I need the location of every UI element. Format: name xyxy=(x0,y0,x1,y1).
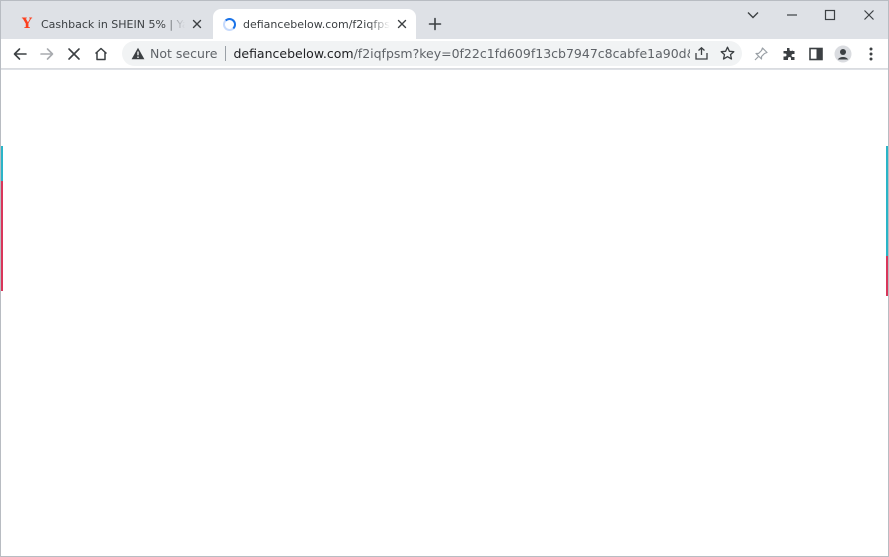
side-panel-icon xyxy=(809,47,823,61)
url-text[interactable]: defiancebelow.com/f2iqfpsm?key=0f22c1fd6… xyxy=(233,46,690,61)
stop-loading-button[interactable] xyxy=(62,42,86,66)
avatar-icon xyxy=(834,45,852,63)
forward-button[interactable] xyxy=(35,42,59,66)
close-icon[interactable] xyxy=(394,16,410,32)
plus-icon xyxy=(428,17,442,31)
extensions-button[interactable] xyxy=(777,42,801,66)
puzzle-icon xyxy=(783,48,795,60)
maximize-icon xyxy=(824,9,836,21)
minimize-icon xyxy=(787,14,797,16)
back-button[interactable] xyxy=(8,42,32,66)
extension-pin-button[interactable] xyxy=(749,42,773,66)
url-host: defiancebelow.com xyxy=(233,46,354,61)
warning-triangle-icon[interactable] xyxy=(130,46,146,62)
url-path: /f2iqfpsm?key=0f22c1fd609f13cb7947c8cabf… xyxy=(353,46,690,61)
security-label[interactable]: Not secure xyxy=(150,46,217,61)
home-button[interactable] xyxy=(89,42,113,66)
close-icon xyxy=(864,10,874,20)
new-tab-button[interactable] xyxy=(425,14,445,34)
home-icon xyxy=(94,47,108,61)
minimize-button[interactable] xyxy=(782,5,802,25)
right-edge-strip xyxy=(886,256,888,296)
right-edge-strip xyxy=(886,146,888,256)
browser-window: Y Cashback in SHEIN 5% | Yamanet defianc… xyxy=(0,0,889,557)
address-bar[interactable]: Not secure defiancebelow.com/f2iqfpsm?ke… xyxy=(122,41,742,66)
pin-icon xyxy=(754,47,768,61)
share-icon[interactable] xyxy=(690,43,712,65)
stop-x-icon xyxy=(68,48,80,60)
chevron-down-icon xyxy=(747,12,759,19)
tab-defiancebelow[interactable]: defiancebelow.com/f2iqfpsm?key xyxy=(213,9,416,39)
tab-strip: Y Cashback in SHEIN 5% | Yamanet defianc… xyxy=(1,1,888,39)
yandex-y-icon: Y xyxy=(22,16,32,32)
page-content xyxy=(1,70,888,556)
close-window-button[interactable] xyxy=(859,5,879,25)
kebab-menu-icon xyxy=(869,47,873,61)
maximize-button[interactable] xyxy=(820,5,840,25)
close-icon[interactable] xyxy=(189,16,205,32)
side-panel-button[interactable] xyxy=(804,42,828,66)
loading-spinner-icon xyxy=(221,16,237,32)
left-edge-strip xyxy=(1,181,3,291)
tab-title: Cashback in SHEIN 5% | Yamanet xyxy=(41,17,185,31)
security-separator xyxy=(225,46,227,61)
tab-title: defiancebelow.com/f2iqfpsm?key xyxy=(243,17,390,31)
arrow-left-icon xyxy=(13,48,27,60)
profile-button[interactable] xyxy=(831,42,855,66)
toolbar: Not secure defiancebelow.com/f2iqfpsm?ke… xyxy=(1,39,888,69)
tab-yamanet[interactable]: Y Cashback in SHEIN 5% | Yamanet xyxy=(11,9,211,39)
bookmark-star-icon[interactable] xyxy=(716,43,738,65)
tab-search-button[interactable] xyxy=(743,5,763,25)
left-edge-strip xyxy=(1,146,3,181)
arrow-right-icon xyxy=(40,48,54,60)
menu-button[interactable] xyxy=(859,42,883,66)
